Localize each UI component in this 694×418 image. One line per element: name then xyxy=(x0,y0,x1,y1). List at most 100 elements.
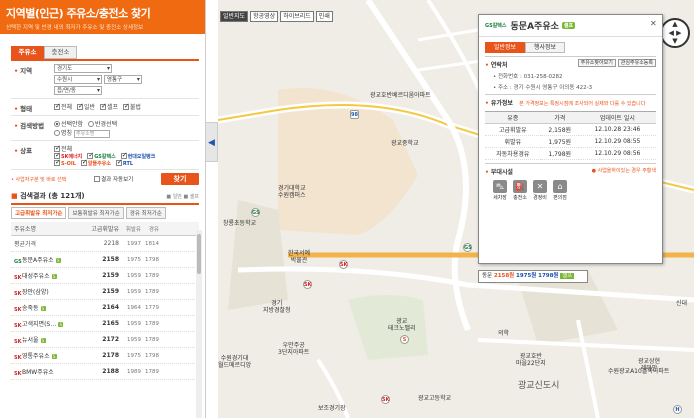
station-price-tag[interactable]: 동문 2158원 1975원 1798원 셀프 xyxy=(478,270,588,283)
station-cell[interactable]: SK영통주유소 S xyxy=(11,351,89,361)
station-cell[interactable]: SK장안(삼양) xyxy=(11,287,89,297)
close-icon[interactable]: ✕ xyxy=(650,20,658,28)
brand-rtl-checkbox[interactable] xyxy=(115,158,123,166)
table-row[interactable]: SKBMW주유소 2188 1989 1789 xyxy=(11,364,199,380)
table-row[interactable]: SK뉴서울 S 2172 1959 1789 xyxy=(11,332,199,348)
map-place-label: 창룡초등학교 xyxy=(223,220,257,227)
pan-left-right-icon[interactable]: ◀ ▶ xyxy=(662,29,688,37)
auto-view-checkbox[interactable] xyxy=(94,176,101,182)
sk-station-pin[interactable]: SK xyxy=(303,280,312,289)
pan-up-icon[interactable]: ▲ xyxy=(662,20,688,29)
table-row[interactable]: SK고색지면(S… S 2165 1959 1789 xyxy=(11,316,199,332)
tab-general-info[interactable]: 일반정보 xyxy=(485,42,525,53)
facility-icons: ⛍ 세차장 ⛽ 충전소 ✕ 경정비 ⌂ 편의점 xyxy=(493,180,656,201)
station-name-link[interactable]: 동문A주유소 xyxy=(22,257,54,264)
brand-gs-checkbox[interactable] xyxy=(87,151,94,159)
station-cell[interactable]: SK뉴서울 S xyxy=(11,335,89,345)
type-all-checkbox[interactable] xyxy=(54,102,61,110)
tab-sort-premium[interactable]: 고급휘발유 최저가순 xyxy=(11,207,67,219)
map-hybrid-button[interactable]: 하이브리드 xyxy=(280,11,314,22)
station-type-tabs: 주유소 충전소 xyxy=(11,46,205,59)
search-button[interactable]: 찾기 xyxy=(160,173,199,185)
results-legend: ■ 일반 ■ 셀프 xyxy=(166,193,199,200)
brand-icon: SK xyxy=(14,306,22,313)
tab-gas-station[interactable]: 주유소 xyxy=(11,46,44,59)
type-normal-checkbox[interactable] xyxy=(76,102,84,110)
station-name-link[interactable]: 장안(삼양) xyxy=(22,289,49,296)
tab-sort-diesel[interactable]: 경유 최저가순 xyxy=(125,207,166,219)
table-row[interactable]: SK송죽동 S 2164 1964 1779 xyxy=(11,300,199,316)
hyundai-station-pin[interactable]: H xyxy=(673,405,682,414)
name-radio[interactable] xyxy=(54,130,60,136)
station-cell[interactable]: SKBMW주유소 xyxy=(11,367,89,377)
type-all-label: 전체 xyxy=(61,104,73,111)
map-place-label: 의학 xyxy=(498,330,510,337)
sk-station-pin[interactable]: SK xyxy=(339,260,348,269)
station-cell[interactable]: SK고색지면(S… S xyxy=(11,319,89,329)
table-row[interactable]: GS동문A주유소 S 2158 1975 1798 xyxy=(11,252,199,268)
map-aerial-button[interactable]: 항공영상 xyxy=(250,11,279,22)
name-input[interactable]: 주유소명 xyxy=(73,130,110,138)
gu-select[interactable]: 영통구 xyxy=(103,75,142,84)
facility-section: 부대시설 ● 사업을하이있는 경우 주황색 ⛍ 세차장 ⛽ 충전소 ✕ 경정비 ⌂ 편의… xyxy=(485,163,656,201)
premium-price: 2172 xyxy=(102,336,119,343)
name-label: 명칭 xyxy=(61,130,73,137)
price-row: 자동차용경유 1,798원 12.10.29 08:56 xyxy=(485,147,656,160)
map-normal-button[interactable]: 일반지도 xyxy=(220,11,249,22)
pan-down-icon[interactable]: ▼ xyxy=(662,37,688,45)
results-scroll-thumb[interactable] xyxy=(197,234,201,274)
facility-charger: ⛽ 충전소 xyxy=(513,180,527,201)
auto-view-label: 결과 자동보기 xyxy=(101,177,134,183)
method-radius-radio[interactable] xyxy=(88,121,95,127)
method-none-radio[interactable] xyxy=(54,121,60,127)
col-diesel: 경유 xyxy=(148,226,159,233)
station-name-link[interactable]: 영통주유소 xyxy=(22,353,50,360)
brand-icon: GS xyxy=(14,258,22,265)
find-station-button[interactable]: 주유소찾아보기 xyxy=(577,59,616,67)
address-line: • 주소 : 경기 수원시 영통구 이의동 422-3 xyxy=(493,83,656,91)
station-cell[interactable]: SK대성주유소 S xyxy=(11,271,89,281)
sort-tabs: 고급휘발유 최저가순 보통휘발유 최저가순 경유 최저가순 xyxy=(11,207,199,219)
map-place-label: 광교호반베르디움아파트 xyxy=(370,92,431,99)
station-name-link[interactable]: 뉴서울 xyxy=(22,337,39,344)
sk-station-pin[interactable]: SK xyxy=(381,395,390,404)
station-name-link[interactable]: 송죽동 xyxy=(22,305,39,312)
add-favorite-button[interactable]: 관심주유소등록 xyxy=(617,59,656,67)
tab-sort-gas[interactable]: 보통휘발유 최저가순 xyxy=(68,207,124,219)
brand-soil-checkbox[interactable] xyxy=(54,158,61,166)
gs-station-pin-selected[interactable]: GS xyxy=(463,243,472,252)
table-row[interactable]: SK장안(삼양) 2159 1959 1789 xyxy=(11,284,199,300)
sido-select[interactable]: 경기도 xyxy=(54,64,112,73)
station-cell[interactable]: SK송죽동 S xyxy=(11,303,89,313)
phone-label: • 전화번호 : xyxy=(493,74,522,80)
station-name-link[interactable]: 고색지면(S… xyxy=(22,321,56,328)
results-bullet: ■ xyxy=(11,192,18,200)
search-sidebar: 지역별(인근) 주유소/충전소 찾기 선택한 지역 및 반경 내의 최저가 주유… xyxy=(0,0,206,418)
type-self-checkbox[interactable] xyxy=(99,102,107,110)
collapse-sidebar-button[interactable]: ◀ xyxy=(206,122,218,162)
self-badge: S xyxy=(51,273,57,279)
station-cell[interactable]: GS동문A주유소 S xyxy=(11,255,89,265)
table-row[interactable]: SK대성주유소 S 2159 1959 1789 xyxy=(11,268,199,284)
dong-select[interactable]: 읍/면/동 xyxy=(54,86,102,95)
self-badge: 셀프 xyxy=(561,22,576,29)
brand-row: 상표 전체 SK에너지 GS칼텍스 현대오일뱅크 S-OIL 알뜰주유소 RTL xyxy=(11,141,199,170)
sidebar-header: 지역별(인근) 주유소/충전소 찾기 선택한 지역 및 반경 내의 최저가 주유… xyxy=(0,0,205,34)
self-badge: S xyxy=(40,337,46,343)
map-pan-control[interactable]: ▲ ◀ ▶ ▼ xyxy=(660,18,690,48)
sigungu-select[interactable]: 수원시 xyxy=(54,75,102,84)
gs-station-pin[interactable]: GS xyxy=(251,208,260,217)
table-row[interactable]: SK영통주유소 S 2178 1975 1798 xyxy=(11,348,199,364)
brand-altteul-checkbox[interactable] xyxy=(80,158,88,166)
tab-charging-station[interactable]: 충전소 xyxy=(44,46,77,59)
map-print-button[interactable]: 인쇄 xyxy=(315,11,333,22)
tab-event-info[interactable]: 행사정보 xyxy=(525,42,565,53)
station-name-link[interactable]: 대성주유소 xyxy=(22,273,50,280)
station-name-link[interactable]: BMW주유소 xyxy=(22,369,54,376)
price-tag-premium: 2158원 xyxy=(493,273,515,279)
type-illegal-checkbox[interactable] xyxy=(122,102,130,110)
soil-station-pin[interactable]: S xyxy=(400,335,409,344)
brand-icon: SK xyxy=(14,354,22,361)
avg-row: 평균가격 2218 1997 1814 xyxy=(11,236,199,252)
map-place-label: 신대 xyxy=(676,300,688,307)
